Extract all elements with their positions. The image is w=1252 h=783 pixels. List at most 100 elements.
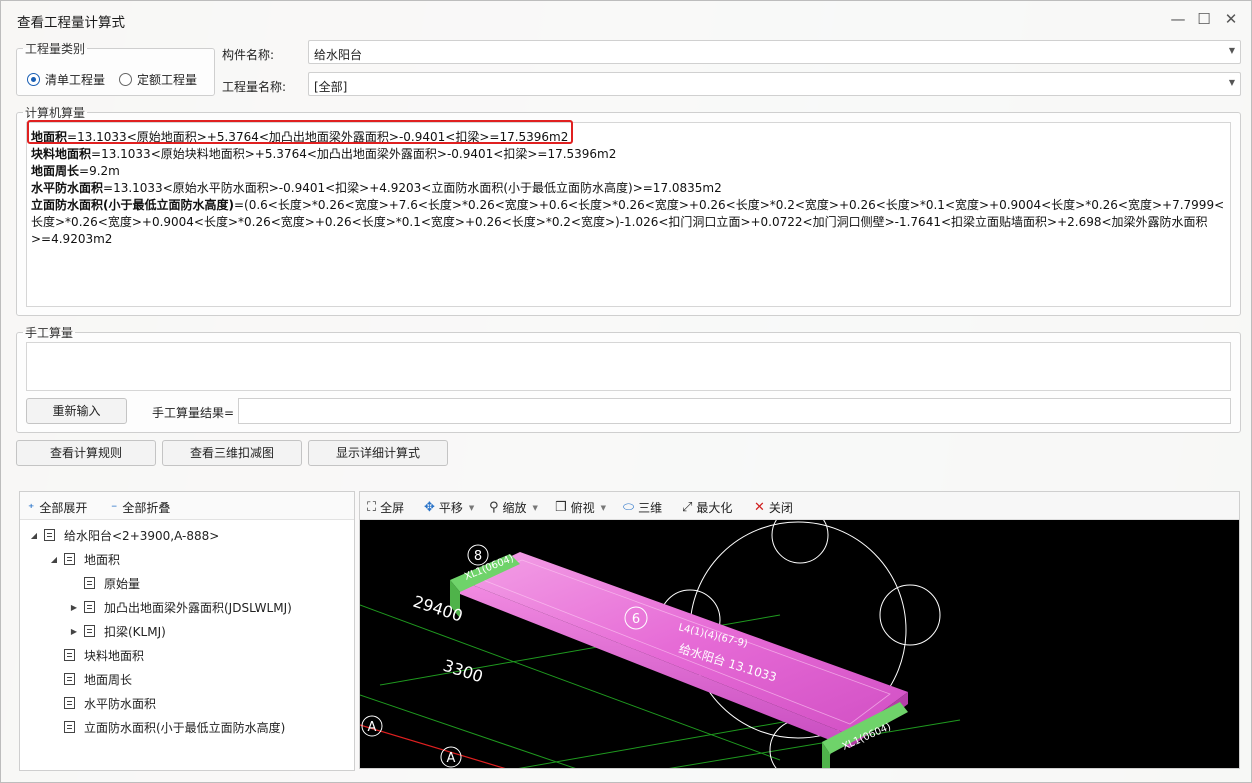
cube-icon: ❒ [555,500,567,515]
document-icon [64,721,75,733]
tree-node[interactable]: ◢ 地面积 [48,548,120,570]
tree-node[interactable]: ▶ 扣梁(KLMJ) [68,620,166,642]
tree-node[interactable]: 原始量 [68,572,140,594]
calc-line-formula: =13.1033<原始块料地面积>+5.3764<加凸出地面梁外露面积>-0.9… [91,147,617,161]
view-rules-button[interactable]: 查看计算规则 [16,440,156,466]
tree-node-label: 水平防水面积 [84,696,157,711]
manual-result-input[interactable] [238,398,1231,424]
calc-line-formula: =13.1033<原始水平防水面积>-0.9401<扣梁>+4.9203<立面防… [103,181,722,195]
computer-calc-legend: 计算机算量 [25,106,86,120]
reenter-button[interactable]: 重新输入 [26,398,127,424]
title-bar: 查看工程量计算式 — ☐ ✕ [1,1,1251,35]
maximize-view-button[interactable]: ⤢ 最大化 [682,499,732,516]
chevron-down-icon[interactable]: ▼ [1229,46,1235,55]
quantity-name-value: [全部] [314,80,348,94]
tree-node-label: 扣梁(KLMJ) [104,624,166,639]
radio-unselected-icon[interactable] [119,73,132,86]
manual-result-label: 手工算量结果= [152,406,235,420]
chevron-down-icon[interactable]: ▼ [533,504,538,512]
radio-label: 清单工程量 [45,73,106,87]
fullscreen-label: 全屏 [380,501,405,515]
view-3d-deduction-button[interactable]: 查看三维扣减图 [162,440,302,466]
collapsed-arrow-icon[interactable]: ▶ [68,627,80,636]
window-title: 查看工程量计算式 [17,15,125,31]
axis-label-6: 6 [632,612,640,627]
chevron-down-icon[interactable]: ▼ [601,504,606,512]
document-icon [84,625,95,637]
collapse-all-label: 全部折叠 [122,501,171,515]
calc-line: 立面防水面积(小于最低立面防水高度)=(0.6<长度>*0.26<宽度>+7.6… [31,197,1226,248]
calc-line-formula: =9.2m [79,164,120,178]
component-name-value: 给水阳台 [314,48,363,62]
tree-node-label: 地面积 [84,552,121,567]
expand-all-button[interactable]: ⁺ 全部展开 [28,499,87,516]
zoom-button[interactable]: ⚲ 缩放 ▼ [489,499,538,516]
radio-selected-icon[interactable] [27,73,40,86]
expanded-arrow-icon[interactable]: ◢ [48,555,60,564]
tree-node[interactable]: 水平防水面积 [48,692,156,714]
component-name-select[interactable]: 给水阳台 ▼ [308,40,1241,64]
calc-tree-panel: ⁺ 全部展开 ⁻ 全部折叠 ◢ 给水阳台<2+3900,A-888> ◢ 地面积… [19,491,355,771]
tree-node[interactable]: 地面周长 [48,668,132,690]
document-icon [64,673,75,685]
computer-calc-textbox[interactable]: 地面积=13.1033<原始地面积>+5.3764<加凸出地面梁外露面积>-0.… [26,122,1231,307]
radio-label: 定额工程量 [137,73,198,87]
chevron-down-icon[interactable]: ▼ [469,504,474,512]
tree-node-label: 立面防水面积(小于最低立面防水高度) [84,720,286,735]
quantity-name-select[interactable]: [全部] ▼ [308,72,1241,96]
calc-line-name: 地面积 [31,130,68,144]
close-icon[interactable]: ✕ [1221,9,1241,29]
minimize-icon[interactable]: — [1168,9,1188,29]
maximize-icon[interactable]: ☐ [1194,9,1214,29]
maximize-view-label: 最大化 [696,501,733,515]
tree-node-label: 给水阳台<2+3900,A-888> [64,528,220,543]
calc-line-name: 地面周长 [31,164,80,178]
show-detail-formula-button[interactable]: 显示详细计算式 [308,440,448,466]
sphere-icon: ⬭ [623,500,635,515]
3d-view-label: 三维 [638,501,663,515]
axis-line-red [360,724,506,768]
calc-line: 地面积=13.1033<原始地面积>+5.3764<加凸出地面梁外露面积>-0.… [31,129,1226,146]
3d-view-button[interactable]: ⬭ 三维 [623,499,662,516]
close-view-button[interactable]: ✕ 关闭 [754,499,793,516]
manual-calc-textbox[interactable] [26,342,1231,391]
calc-line-name: 块料地面积 [31,147,92,161]
calc-line-name: 水平防水面积 [31,181,104,195]
calc-line-formula: =13.1033<原始地面积>+5.3764<加凸出地面梁外露面积>-0.940… [67,130,569,144]
calc-line: 水平防水面积=13.1033<原始水平防水面积>-0.9401<扣梁>+4.92… [31,180,1226,197]
tree-node-label: 加凸出地面梁外露面积(JDSLWLMJ) [104,600,292,615]
radio-list-quantity[interactable]: 清单工程量 [27,71,105,88]
calc-line-name: 立面防水面积(小于最低立面防水高度) [31,198,234,212]
fullscreen-button[interactable]: ⛶ 全屏 [367,499,404,516]
collapsed-arrow-icon[interactable]: ▶ [68,603,80,612]
magnifier-icon: ⚲ [489,500,499,515]
tree-node[interactable]: ▶ 加凸出地面梁外露面积(JDSLWLMJ) [68,596,292,618]
zoom-label: 缩放 [502,501,527,515]
expanded-arrow-icon[interactable]: ◢ [28,531,40,540]
document-icon [64,553,75,565]
dimension-label-short: 3300 [441,656,486,687]
document-icon [84,577,95,589]
quantity-name-label: 工程量名称: [222,80,287,94]
3d-viewer-panel[interactable]: ⛶ 全屏 ✥ 平移 ▼ ⚲ 缩放 ▼ ❒ 俯视 ▼ ⬭ 三维 ⤢ 最大化 ✕ 关… [359,491,1240,769]
tree-toolbar: ⁺ 全部展开 ⁻ 全部折叠 [20,492,354,520]
quantity-formula-window: 查看工程量计算式 — ☐ ✕ 工程量类别 清单工程量 定额工程量 构件名称: 给… [0,0,1252,783]
3d-scene-canvas[interactable]: 8 6 A A 29400 3300 XL1(0604) XL1(0604) L… [360,520,1239,769]
radio-quota-quantity[interactable]: 定额工程量 [119,71,197,88]
maximize-icon: ⤢ [682,500,693,515]
close-view-label: 关闭 [768,501,793,515]
collapse-all-button[interactable]: ⁻ 全部折叠 [111,499,170,516]
top-view-button[interactable]: ❒ 俯视 ▼ [555,499,606,516]
tree-node[interactable]: ◢ 给水阳台<2+3900,A-888> [28,524,219,546]
collapse-icon: ⁻ [111,500,118,515]
axis-label-8: 8 [474,549,482,564]
calc-line: 地面周长=9.2m [31,163,1226,180]
tree-node[interactable]: 立面防水面积(小于最低立面防水高度) [48,716,285,738]
pan-label: 平移 [438,501,463,515]
pan-icon: ✥ [424,500,435,515]
chevron-down-icon[interactable]: ▼ [1229,78,1235,87]
tree-node[interactable]: 块料地面积 [48,644,144,666]
expand-all-label: 全部展开 [39,501,88,515]
pan-button[interactable]: ✥ 平移 ▼ [424,499,474,516]
viewer-toolbar: ⛶ 全屏 ✥ 平移 ▼ ⚲ 缩放 ▼ ❒ 俯视 ▼ ⬭ 三维 ⤢ 最大化 ✕ 关… [360,492,1239,520]
